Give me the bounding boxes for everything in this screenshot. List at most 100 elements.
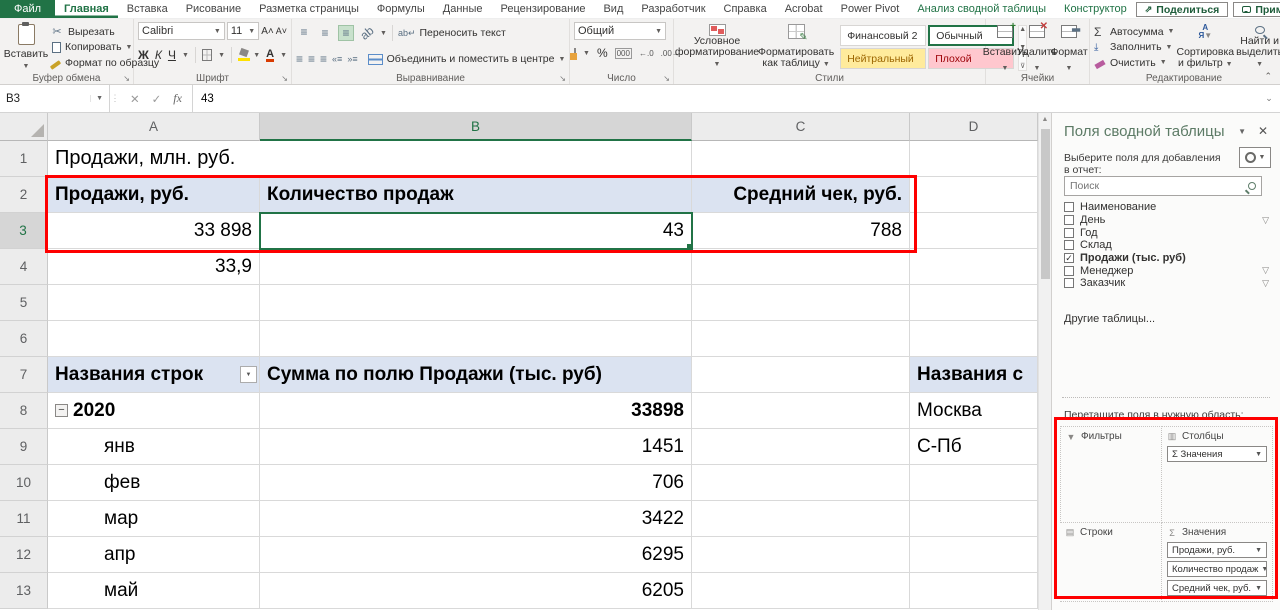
wrap-text-button[interactable]: ab↵Переносить текст xyxy=(398,27,506,39)
cell-A7[interactable]: Названия строк▼ xyxy=(48,357,260,393)
cell-B13[interactable]: 6205 xyxy=(260,573,692,609)
pill-dropdown-icon[interactable]: ▼ xyxy=(1252,585,1262,592)
cell-A10[interactable]: фев xyxy=(48,465,260,501)
cell-C6[interactable] xyxy=(692,321,910,357)
area-field-pill[interactable]: Продажи, руб.▼ xyxy=(1167,542,1267,558)
decrease-font-icon[interactable]: A˅ xyxy=(276,26,287,36)
cell-D6[interactable] xyxy=(910,321,1038,357)
row-header-11[interactable]: 11 xyxy=(0,501,48,537)
align-right-icon[interactable]: ≡ xyxy=(320,51,327,67)
cancel-entry-icon[interactable]: ✕ xyxy=(130,92,140,106)
cell-C8[interactable] xyxy=(692,393,910,429)
cell-A9[interactable]: янв xyxy=(48,429,260,465)
pane-options-icon[interactable]: ▼ xyxy=(1238,127,1246,136)
row-header-1[interactable]: 1 xyxy=(0,141,48,177)
area-field-pill[interactable]: Σ Значения▼ xyxy=(1167,446,1267,462)
merge-center-button[interactable]: Объединить и поместить в центре▼ xyxy=(368,53,566,65)
font-color-icon[interactable]: А xyxy=(266,49,274,62)
column-header-D[interactable]: D xyxy=(910,113,1038,141)
find-select-button[interactable]: Найти ивыделить ▼ xyxy=(1236,22,1280,72)
font-name-select[interactable]: Calibri▼ xyxy=(138,22,225,40)
cell-B6[interactable] xyxy=(260,321,692,357)
area-field-pill[interactable]: Средний чек, руб.▼ xyxy=(1167,580,1267,596)
tab-рисование[interactable]: Рисование xyxy=(177,0,250,18)
cell-A2[interactable]: Продажи, руб. xyxy=(48,177,260,213)
tab-power-pivot[interactable]: Power Pivot xyxy=(832,0,909,18)
cell-D11[interactable] xyxy=(910,501,1038,537)
cell-A11[interactable]: мар xyxy=(48,501,260,537)
tab-главная[interactable]: Главная xyxy=(55,0,118,18)
row-header-13[interactable]: 13 xyxy=(0,573,48,609)
rows-area[interactable]: ▤Строки xyxy=(1060,523,1162,602)
cell-D5[interactable] xyxy=(910,285,1038,321)
field-funnel-icon[interactable]: ▽ xyxy=(1262,278,1269,289)
tab-разметка-страницы[interactable]: Разметка страницы xyxy=(250,0,368,18)
field-item-заказчик[interactable]: Заказчик▽ xyxy=(1064,277,1269,290)
field-item-год[interactable]: Год xyxy=(1064,226,1269,239)
columns-area[interactable]: ▥Столбцы Σ Значения▼ xyxy=(1162,426,1273,523)
cell-C10[interactable] xyxy=(692,465,910,501)
cell-A5[interactable] xyxy=(48,285,260,321)
select-all-button[interactable] xyxy=(0,113,48,141)
increase-indent-icon[interactable]: »≡ xyxy=(347,51,357,67)
percent-format-icon[interactable]: % xyxy=(597,46,608,60)
cell-C4[interactable] xyxy=(692,249,910,285)
pane-close-icon[interactable]: ✕ xyxy=(1258,124,1268,138)
underline-button[interactable]: Ч xyxy=(168,48,176,62)
cell-C2[interactable]: Средний чек, руб. xyxy=(692,177,910,213)
fill-color-icon[interactable] xyxy=(238,49,247,61)
tab-формулы[interactable]: Формулы xyxy=(368,0,434,18)
cell-B5[interactable] xyxy=(260,285,692,321)
confirm-entry-icon[interactable]: ✓ xyxy=(152,92,162,106)
field-item-наименование[interactable]: Наименование xyxy=(1064,201,1269,214)
row-header-5[interactable]: 5 xyxy=(0,285,48,321)
tab-анализ-сводной-таблицы[interactable]: Анализ сводной таблицы xyxy=(908,0,1055,18)
cell-C3[interactable]: 788 xyxy=(692,213,910,249)
cell-D3[interactable] xyxy=(910,213,1038,249)
cell-D4[interactable] xyxy=(910,249,1038,285)
cell-A1[interactable]: Продажи, млн. руб. xyxy=(48,141,260,177)
cell-C11[interactable] xyxy=(692,501,910,537)
values-area[interactable]: ΣЗначения Продажи, руб.▼Количество прода… xyxy=(1162,523,1273,602)
column-header-C[interactable]: C xyxy=(692,113,910,141)
tab-вид[interactable]: Вид xyxy=(594,0,632,18)
pill-dropdown-icon[interactable]: ▼ xyxy=(1252,451,1262,458)
increase-decimal-icon[interactable]: ←.0 xyxy=(639,49,654,58)
sort-filter-button[interactable]: АЯ▼ Сортировкаи фильтр ▼ xyxy=(1176,22,1234,72)
cell-D9[interactable]: С-Пб xyxy=(910,429,1038,465)
conditional-formatting-button[interactable]: Условноеформатирование ▼ xyxy=(678,22,756,72)
cell-A13[interactable]: май xyxy=(48,573,260,609)
tab-рецензирование[interactable]: Рецензирование xyxy=(492,0,595,18)
tab-разработчик[interactable]: Разработчик xyxy=(632,0,714,18)
row-header-8[interactable]: 8 xyxy=(0,393,48,429)
tab-данные[interactable]: Данные xyxy=(434,0,492,18)
column-header-B[interactable]: B xyxy=(260,113,692,141)
pill-dropdown-icon[interactable]: ▼ xyxy=(1258,566,1267,573)
paste-button[interactable]: Вставить ▼ xyxy=(4,22,48,72)
pivot-row-filter-icon[interactable]: ▼ xyxy=(240,366,257,383)
currency-format-icon[interactable] xyxy=(574,48,576,59)
cell-B4[interactable] xyxy=(260,249,692,285)
format-as-table-button[interactable]: Форматироватькак таблицу ▼ xyxy=(758,22,834,72)
cell-B2[interactable]: Количество продаж xyxy=(260,177,692,213)
delete-cells-button[interactable]: ✕ Удалить▼ xyxy=(1022,22,1052,72)
tab-конструктор[interactable]: Конструктор xyxy=(1055,0,1136,18)
row-header-2[interactable]: 2 xyxy=(0,177,48,213)
align-left-icon[interactable]: ≡ xyxy=(296,51,303,67)
pill-dropdown-icon[interactable]: ▼ xyxy=(1252,547,1262,554)
tab-acrobat[interactable]: Acrobat xyxy=(776,0,832,18)
clear-button[interactable]: Очистить▼ xyxy=(1094,55,1174,70)
insert-cells-button[interactable]: + Вставить▼ xyxy=(990,22,1020,72)
share-button[interactable]: ⇗ Поделиться xyxy=(1136,2,1229,17)
fill-handle[interactable] xyxy=(686,243,692,249)
tab-справка[interactable]: Справка xyxy=(715,0,776,18)
field-item-день[interactable]: День▽ xyxy=(1064,214,1269,227)
alignment-dialog-launcher-icon[interactable]: ↘ xyxy=(559,74,566,83)
comma-format-icon[interactable]: 000 xyxy=(615,48,632,59)
insert-function-icon[interactable]: fx xyxy=(173,91,182,106)
cell-A6[interactable] xyxy=(48,321,260,357)
field-checkbox[interactable] xyxy=(1064,240,1074,250)
cell-B10[interactable]: 706 xyxy=(260,465,692,501)
cell-B9[interactable]: 1451 xyxy=(260,429,692,465)
area-field-pill[interactable]: Количество продаж▼ xyxy=(1167,561,1267,577)
